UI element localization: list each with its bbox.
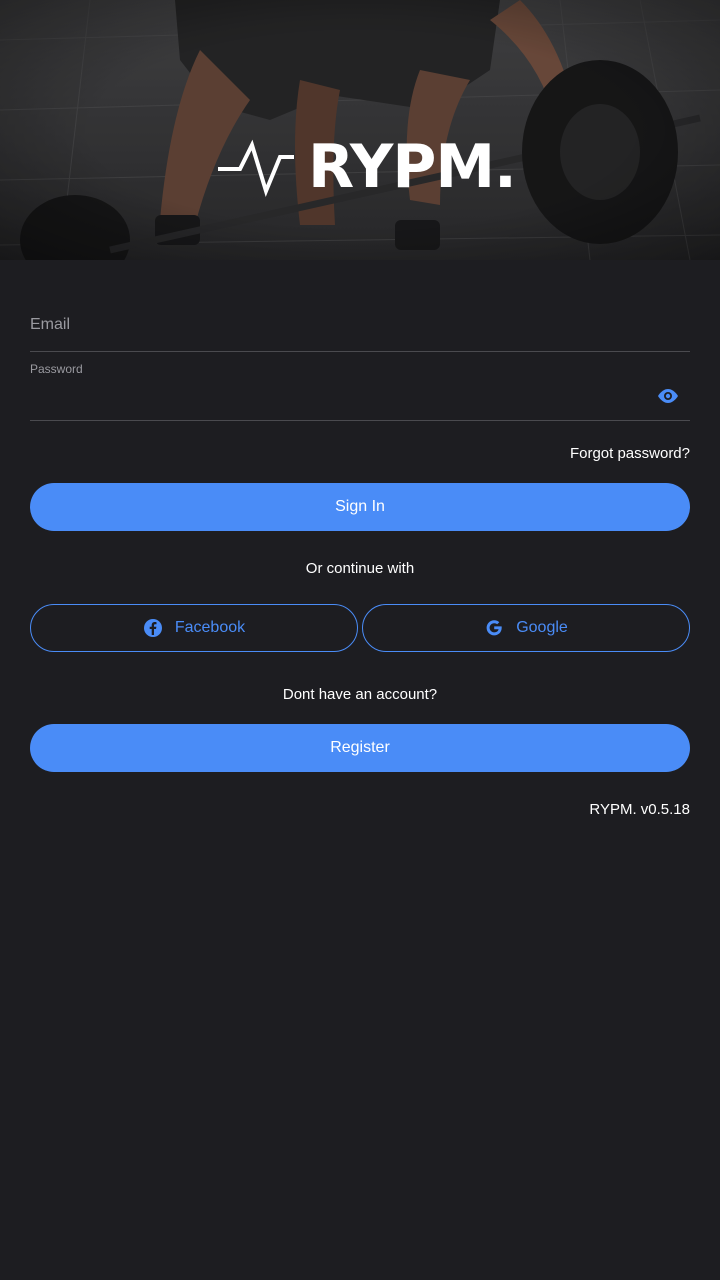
password-input[interactable] [30,384,630,412]
brand-logo: RYPM. [216,132,517,202]
app-version: RYPM. v0.5.18 [589,801,690,818]
facebook-label: Facebook [174,619,246,636]
eye-icon[interactable] [656,386,680,406]
register-button[interactable]: Register [30,724,690,772]
hero-photo [0,0,720,260]
google-label: Google [516,619,568,636]
facebook-login-button[interactable]: Facebook [30,604,358,652]
facebook-icon [143,619,162,637]
brand-wordmark: RYPM. [308,132,517,202]
sign-in-button[interactable]: Sign In [30,483,690,531]
forgot-password-link[interactable]: Forgot password? [570,445,690,462]
email-field[interactable] [30,300,690,352]
social-divider-text: Or continue with [305,560,415,577]
no-account-prompt: Dont have an account? [282,686,438,703]
password-label: Password [30,362,83,376]
password-field[interactable]: Password [30,360,690,421]
email-input[interactable] [30,312,690,338]
google-login-button[interactable]: Google [362,604,690,652]
hero-banner: RYPM. [0,0,720,260]
pulse-logo-icon [218,139,294,197]
google-icon [486,620,502,636]
